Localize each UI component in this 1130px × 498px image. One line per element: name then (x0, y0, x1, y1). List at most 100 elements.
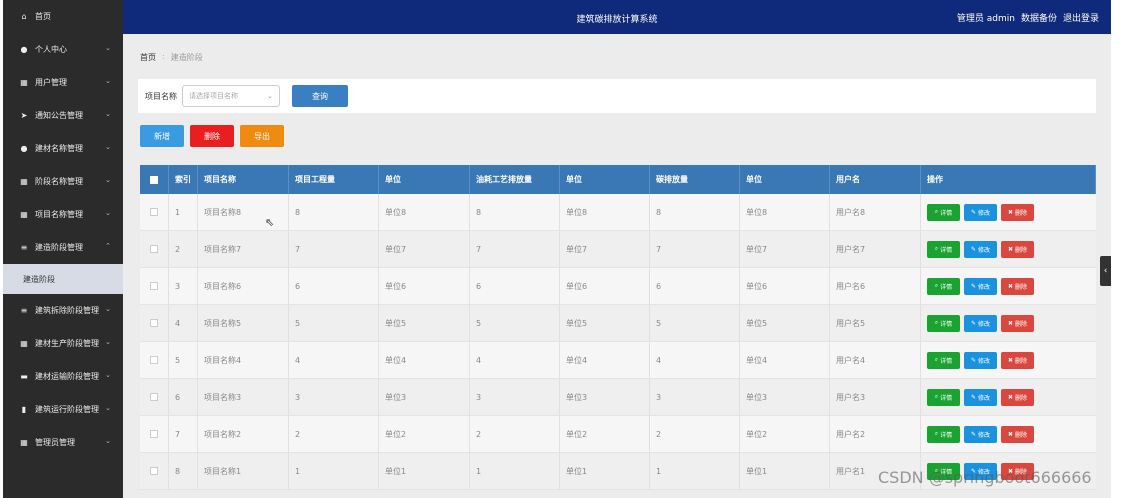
sidebar-item-label: 建材名称管理 (35, 144, 83, 153)
delete-button-label: 删除 (1015, 209, 1028, 217)
detail-button[interactable]: ⌕ 详情 (927, 277, 960, 295)
sidebar-item-5[interactable]: ▦ 阶段名称管理 ⌄ (3, 165, 123, 198)
cell-project-name: 项目名称8 (198, 194, 289, 230)
grid-icon: ▦ (20, 78, 28, 87)
user-role-label: 管理员 admin (956, 14, 1015, 24)
cell-unit: 单位7 (379, 231, 470, 267)
monitor-icon: ▬ (20, 372, 28, 381)
breadcrumb-home[interactable]: 首页 (140, 52, 156, 63)
delete-button[interactable]: ✖ 删除 (1001, 425, 1034, 443)
sidebar-item-4[interactable]: ● 建材名称管理 ⌄ (3, 132, 123, 165)
detail-button[interactable]: ⌕ 详情 (927, 351, 960, 369)
sidebar-item-6[interactable]: ▦ 项目名称管理 ⌄ (3, 198, 123, 231)
sidebar-item-0[interactable]: ⌂ 首页 (3, 0, 123, 33)
cell-unit-2: 单位4 (560, 342, 650, 378)
checkbox-icon (150, 319, 158, 327)
cell-unit: 单位1 (379, 453, 470, 489)
chevron-down-icon: ⌄ (105, 404, 111, 412)
detail-button[interactable]: ⌕ 详情 (927, 203, 960, 221)
export-button[interactable]: 导出 (240, 125, 284, 147)
sidebar-item-1[interactable]: ● 个人中心 ⌄ (3, 33, 123, 66)
sidebar-item-a2[interactable]: ▬ 建材运输阶段管理 ⌄ (3, 360, 123, 393)
sidebar-item-a0[interactable]: ≡ 建筑拆除阶段管理 ⌄ (3, 294, 123, 327)
sidebar-item-7[interactable]: ≡ 建造阶段管理 ⌃ (3, 231, 123, 264)
row-checkbox[interactable] (140, 268, 169, 304)
cell-username: 用户名7 (830, 231, 921, 267)
table-row: 2 项目名称7 7 单位7 7 单位7 7 单位7 用户名7 ⌕ 详情 ✎ 修改 ✖ 删除 (140, 231, 1096, 268)
cell-unit-3: 单位1 (740, 453, 830, 489)
cell-quantity: 6 (289, 268, 379, 304)
row-checkbox[interactable] (140, 453, 169, 489)
row-checkbox[interactable] (140, 416, 169, 452)
add-button[interactable]: 新增 (140, 125, 184, 147)
search-button[interactable]: 查询 (292, 85, 348, 107)
bulk-delete-button[interactable]: 删除 (190, 125, 234, 147)
edit-button-label: 修改 (978, 320, 991, 328)
edit-icon: ✎ (970, 208, 976, 216)
backup-link[interactable]: 数据备份 (1021, 11, 1057, 24)
sidebar-item-a4[interactable]: ▦ 管理员管理 ⌄ (3, 426, 123, 459)
select-placeholder: 请选择项目名称 (189, 92, 238, 100)
breadcrumb-separator: : (162, 52, 165, 61)
send-icon: ➤ (20, 111, 28, 120)
row-checkbox[interactable] (140, 194, 169, 230)
collapse-handle[interactable]: ‹ (1100, 256, 1111, 286)
cell-index: 3 (169, 268, 198, 304)
col-header-oil-emission: 油耗工艺排放量 (470, 165, 560, 194)
edit-button[interactable]: ✎ 修改 (964, 277, 997, 295)
table-row: 7 项目名称2 2 单位2 2 单位2 2 单位2 用户名2 ⌕ 详情 ✎ 修改 ✖ 删除 (140, 416, 1096, 453)
sidebar-subitem-active[interactable]: 建造阶段 (3, 264, 123, 294)
table-row: 1 项目名称8 8 单位8 8 单位8 8 单位8 用户名8 ⌕ 详情 ✎ 修改 ✖ 删除 (140, 194, 1096, 231)
checkbox-icon (150, 175, 158, 184)
delete-button[interactable]: ✖ 删除 (1001, 351, 1034, 369)
sidebar-item-a3[interactable]: ▮ 建筑运行阶段管理 ⌄ (3, 393, 123, 426)
cell-carbon-emission: 1 (650, 453, 740, 489)
detail-button[interactable]: ⌕ 详情 (927, 388, 960, 406)
sidebar-item-2[interactable]: ▦ 用户管理 ⌄ (3, 66, 123, 99)
chevron-down-icon: ⌄ (267, 92, 273, 100)
edit-button[interactable]: ✎ 修改 (964, 425, 997, 443)
data-table: 索引 项目名称 项目工程量 单位 油耗工艺排放量 单位 碳排放量 单位 用户名 … (140, 165, 1096, 490)
edit-button[interactable]: ✎ 修改 (964, 314, 997, 332)
sidebar-item-label: 阶段名称管理 (35, 177, 83, 186)
row-checkbox[interactable] (140, 305, 169, 341)
delete-button-label: 删除 (1015, 283, 1028, 291)
pin-icon: ● (20, 144, 28, 153)
edit-button[interactable]: ✎ 修改 (964, 240, 997, 258)
delete-button[interactable]: ✖ 删除 (1001, 388, 1034, 406)
cell-unit-2: 单位7 (560, 231, 650, 267)
trash-icon: ✖ (1007, 430, 1013, 438)
cell-unit-3: 单位6 (740, 268, 830, 304)
sidebar-item-3[interactable]: ➤ 通知公告管理 ⌄ (3, 99, 123, 132)
delete-button[interactable]: ✖ 删除 (1001, 314, 1034, 332)
edit-button[interactable]: ✎ 修改 (964, 388, 997, 406)
search-icon: ⌕ (934, 430, 939, 437)
row-checkbox[interactable] (140, 379, 169, 415)
detail-button[interactable]: ⌕ 详情 (927, 425, 960, 443)
row-checkbox[interactable] (140, 231, 169, 267)
select-all-checkbox[interactable] (140, 165, 169, 194)
col-header-unit-3: 单位 (740, 165, 830, 194)
edit-icon: ✎ (970, 282, 976, 290)
cell-project-name: 项目名称4 (198, 342, 289, 378)
list-icon: ≡ (20, 306, 28, 315)
table-body: 1 项目名称8 8 单位8 8 单位8 8 单位8 用户名8 ⌕ 详情 ✎ 修改 ✖ 删除 2 项目名称7 7 单位… (140, 194, 1096, 490)
edit-button[interactable]: ✎ 修改 (964, 203, 997, 221)
cell-project-name: 项目名称5 (198, 305, 289, 341)
cell-oil-emission: 3 (470, 379, 560, 415)
project-name-select[interactable]: 请选择项目名称 ⌄ (182, 85, 280, 107)
cell-unit-3: 单位2 (740, 416, 830, 452)
detail-button[interactable]: ⌕ 详情 (927, 240, 960, 258)
cell-project-name: 项目名称3 (198, 379, 289, 415)
list-icon: ≡ (20, 243, 28, 252)
detail-button[interactable]: ⌕ 详情 (927, 314, 960, 332)
delete-button[interactable]: ✖ 删除 (1001, 240, 1034, 258)
delete-button[interactable]: ✖ 删除 (1001, 203, 1034, 221)
cell-carbon-emission: 2 (650, 416, 740, 452)
delete-button[interactable]: ✖ 删除 (1001, 277, 1034, 295)
edit-button[interactable]: ✎ 修改 (964, 351, 997, 369)
row-checkbox[interactable] (140, 342, 169, 378)
edit-button-label: 修改 (978, 283, 991, 291)
sidebar-item-a1[interactable]: ▦ 建材生产阶段管理 ⌄ (3, 327, 123, 360)
logout-link[interactable]: 退出登录 (1063, 11, 1099, 24)
